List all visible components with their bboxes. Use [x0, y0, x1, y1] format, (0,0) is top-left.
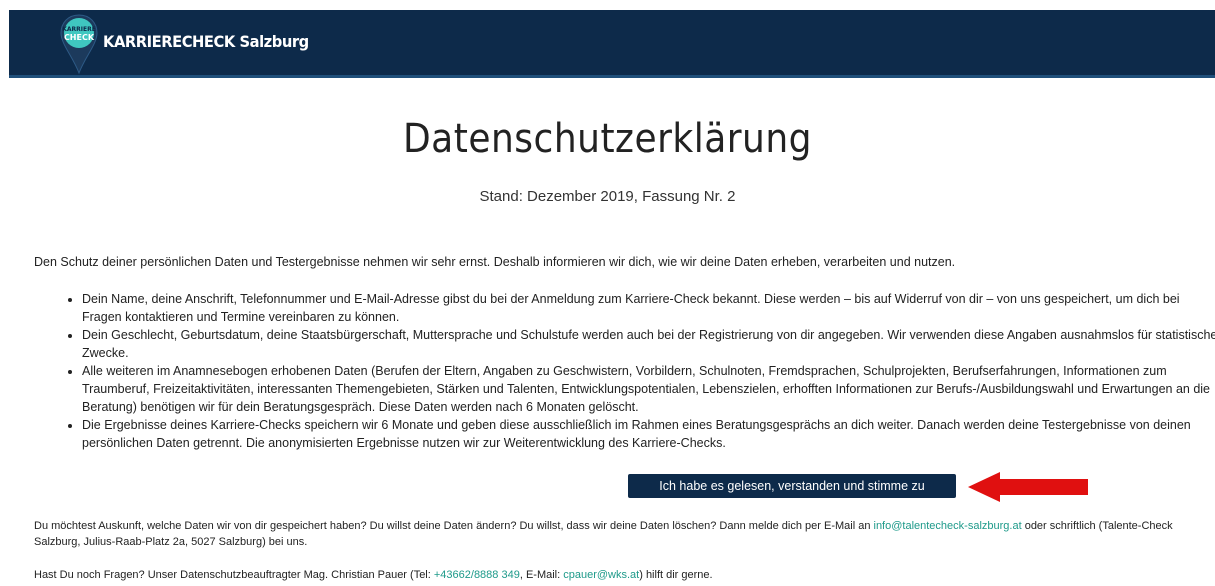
list-item: Dein Geschlecht, Geburtsdatum, deine Sta…: [82, 326, 1215, 362]
contact-text-before: Du möchtest Auskunft, welche Daten wir v…: [34, 520, 874, 532]
questions-text-after: ) hilft dir gerne.: [639, 569, 713, 581]
karrierecheck-logo-icon[interactable]: KARRIERE CHECK: [59, 13, 99, 75]
contact-email-link[interactable]: info@talentecheck-salzburg.at: [874, 520, 1022, 532]
contact-text: Du möchtest Auskunft, welche Daten wir v…: [34, 518, 1194, 550]
intro-text: Den Schutz deiner persönlichen Daten und…: [34, 255, 956, 269]
questions-text-before: Hast Du noch Fragen? Unser Datenschutzbe…: [34, 569, 434, 581]
red-arrow-icon: [968, 472, 1088, 502]
page-title: Datenschutzerklärung: [402, 116, 813, 162]
page-subtitle: Stand: Dezember 2019, Fassung Nr. 2: [479, 188, 736, 205]
logo-text-top: KARRIERE: [62, 26, 96, 33]
agree-button[interactable]: Ich habe es gelesen, verstanden und stim…: [628, 474, 956, 498]
dpo-email-link[interactable]: cpauer@wks.at: [563, 569, 639, 581]
site-header: KARRIERE CHECK KARRIERECHECK Salzburg: [9, 10, 1215, 78]
logo-text-bottom: CHECK: [64, 33, 95, 42]
list-item: Alle weiteren im Anamnesebogen erhobenen…: [82, 362, 1215, 416]
brand-name[interactable]: KARRIERECHECK Salzburg: [103, 32, 309, 51]
top-margin: [0, 0, 1215, 10]
questions-text-middle: , E-Mail:: [519, 569, 564, 581]
privacy-bullet-list: Dein Name, deine Anschrift, Telefonnumme…: [64, 290, 1215, 452]
phone-link[interactable]: +43662/8888 349: [434, 569, 520, 581]
list-item: Dein Name, deine Anschrift, Telefonnumme…: [82, 290, 1215, 326]
list-item: Die Ergebnisse deines Karriere-Checks sp…: [82, 416, 1215, 452]
questions-text: Hast Du noch Fragen? Unser Datenschutzbe…: [34, 567, 1194, 583]
